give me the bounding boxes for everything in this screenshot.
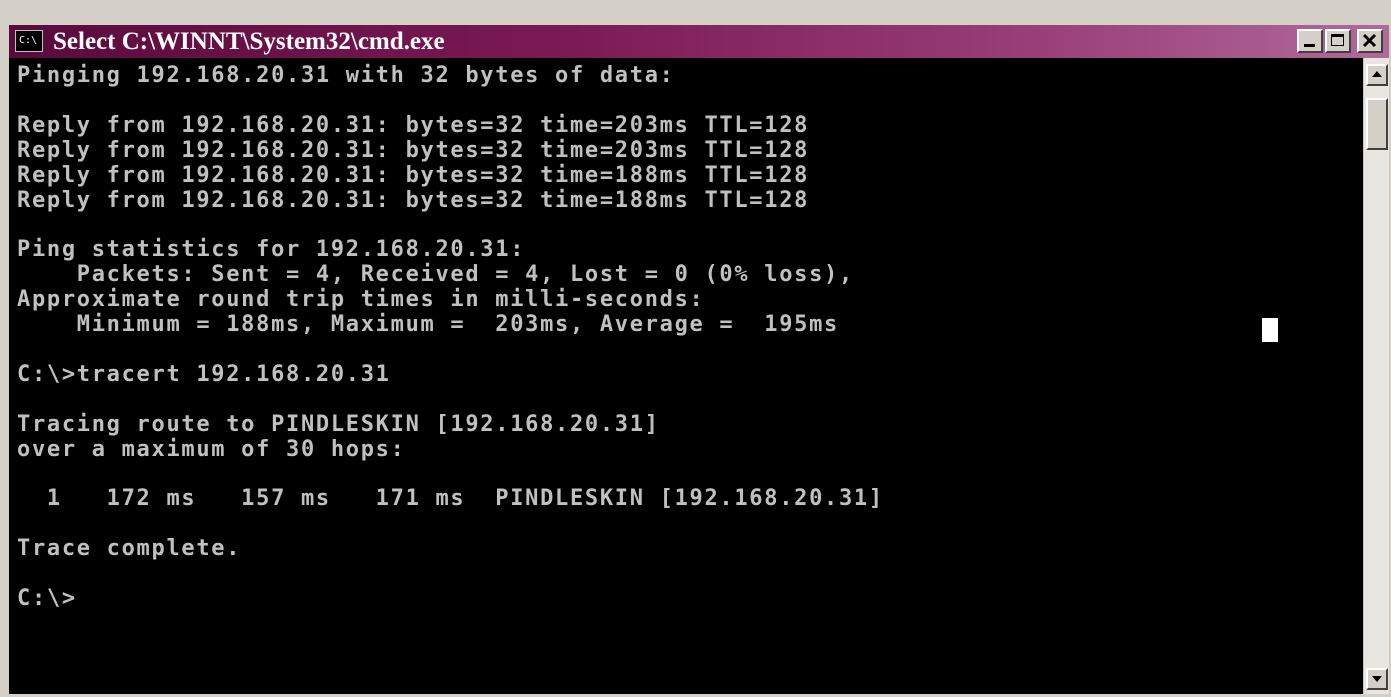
console-line: Ping statistics for 192.168.20.31:: [17, 237, 526, 263]
console-line: Reply from 192.168.20.31: bytes=32 time=…: [17, 137, 810, 163]
console-line: Minimum = 188ms, Maximum = 203ms, Averag…: [17, 312, 839, 338]
title-bar[interactable]: C:\ Select C:\WINNT\System32\cmd.exe: [9, 25, 1389, 58]
console-line: Reply from 192.168.20.31: bytes=32 time=…: [17, 112, 810, 138]
minimize-button[interactable]: [1297, 29, 1323, 53]
console-text: Pinging 192.168.20.31 with 32 bytes of d…: [9, 58, 1363, 612]
scroll-up-button[interactable]: [1366, 64, 1388, 86]
vertical-scrollbar[interactable]: [1363, 58, 1389, 694]
console-line: C:\>: [17, 586, 77, 612]
scroll-down-arrow-icon: [1372, 676, 1382, 682]
console-line: Trace complete.: [17, 536, 242, 562]
console-line: C:\>tracert 192.168.20.31: [17, 361, 391, 387]
console-line: over a maximum of 30 hops:: [17, 436, 406, 462]
maximize-button[interactable]: [1325, 29, 1351, 53]
console-line: Pinging 192.168.20.31 with 32 bytes of d…: [17, 63, 675, 88]
command-prompt-window: C:\ Select C:\WINNT\System32\cmd.exe Pin…: [0, 0, 1391, 697]
close-icon: [1362, 33, 1377, 48]
console-line: 1 172 ms 157 ms 171 ms PINDLESKIN [192.1…: [17, 486, 884, 512]
console-app-icon[interactable]: C:\: [15, 30, 43, 52]
window-title: Select C:\WINNT\System32\cmd.exe: [53, 28, 445, 55]
scroll-up-arrow-icon: [1372, 71, 1382, 77]
console-line: Reply from 192.168.20.31: bytes=32 time=…: [17, 162, 810, 188]
minimize-icon: [1304, 44, 1315, 47]
close-button[interactable]: [1357, 29, 1383, 53]
console-line: Approximate round trip times in milli-se…: [17, 287, 705, 313]
console-line: Tracing route to PINDLESKIN [192.168.20.…: [17, 411, 660, 437]
maximize-icon: [1331, 34, 1344, 46]
console-line: Packets: Sent = 4, Received = 4, Lost = …: [17, 262, 854, 288]
scroll-down-button[interactable]: [1366, 668, 1388, 690]
console-output-area[interactable]: Pinging 192.168.20.31 with 32 bytes of d…: [9, 58, 1363, 694]
scrollbar-thumb[interactable]: [1366, 98, 1388, 150]
console-line: Reply from 192.168.20.31: bytes=32 time=…: [17, 187, 810, 213]
selection-cursor: [1262, 318, 1278, 342]
